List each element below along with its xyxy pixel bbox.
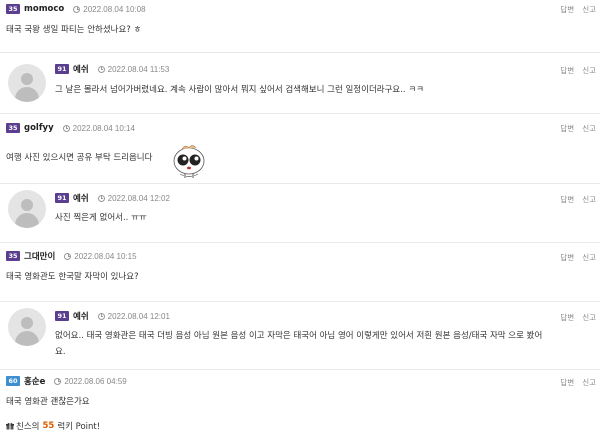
- comment-text-line1: 없어요.. 태국 영화관은 태국 더빙 음성 아님 원본 음성 이고 자막은 태…: [55, 331, 543, 341]
- author-nickname[interactable]: 예쉬: [73, 192, 89, 204]
- level-badge: 35: [6, 123, 20, 133]
- avatar: [8, 190, 46, 228]
- comment-header: 91 예쉬 2022.08.04 12:02: [55, 192, 170, 204]
- lucky-point-line: 친스의 55 럭키 Point!: [6, 420, 100, 432]
- comment-text: 그 날은 몰라서 넘어가버렸네요. 계속 사람이 많아서 뭐지 싶어서 검색해보…: [55, 85, 424, 95]
- comment-date: 2022.08.06 04:59: [64, 376, 127, 386]
- author-nickname[interactable]: momoco: [24, 4, 64, 14]
- author-nickname[interactable]: 그대만이: [24, 250, 55, 262]
- comment-actions: 답변 신고: [560, 377, 596, 388]
- comment-text: 태국 영화관 괜찮은가요: [6, 397, 90, 407]
- level-badge: 60: [6, 376, 20, 386]
- reply-item: 91 예쉬 2022.08.04 12:01 답변 신고 없어요.. 태국 영화…: [0, 301, 600, 369]
- comment-text-line2: 요.: [55, 347, 66, 357]
- clock-icon: [62, 124, 70, 132]
- report-button[interactable]: 신고: [582, 65, 596, 76]
- comment-date: 2022.08.04 10:14: [72, 123, 135, 133]
- author-nickname[interactable]: 홍순e: [24, 375, 45, 387]
- reply-button[interactable]: 답변: [560, 312, 574, 323]
- lucky-point-value: 55: [42, 421, 55, 431]
- author-nickname[interactable]: golfyy: [24, 123, 54, 133]
- comment-item: 60 홍순e 2022.08.06 04:59 답변 신고 태국 영화관 괜찮은…: [0, 369, 600, 417]
- comment-header: 91 예쉬 2022.08.04 12:01: [55, 310, 170, 322]
- author-nickname[interactable]: 예쉬: [73, 310, 89, 322]
- comment-date: 2022.08.04 12:01: [107, 311, 170, 321]
- clock-icon: [97, 65, 105, 73]
- comment-text: 여행 사진 있으시면 공유 부탁 드리옵니다: [6, 153, 153, 163]
- comment-date: 2022.08.04 11:53: [107, 64, 170, 74]
- comment-date: 2022.08.04 10:08: [83, 4, 146, 14]
- clock-icon: [97, 194, 105, 202]
- comment-actions: 답변 신고: [560, 4, 596, 15]
- reply-button[interactable]: 답변: [560, 65, 574, 76]
- comment-header: 35 momoco 2022.08.04 10:08: [6, 3, 146, 15]
- comment-text: 태국 국왕 생일 파티는 안하셨나요? ㅎ: [6, 25, 142, 35]
- report-button[interactable]: 신고: [582, 194, 596, 205]
- reply-button[interactable]: 답변: [560, 123, 574, 134]
- report-button[interactable]: 신고: [582, 4, 596, 15]
- comment-item: 35 그대만이 2022.08.04 10:15 답변 신고 태국 영화관도 한…: [0, 242, 600, 300]
- comment-item: 35 golfyy 2022.08.04 10:14 답변 신고 여행 사진 있…: [0, 113, 600, 183]
- comment-text: 태국 영화관도 한국말 자막이 있나요?: [6, 272, 139, 282]
- level-badge: 91: [55, 64, 69, 74]
- comment-header: 35 golfyy 2022.08.04 10:14: [6, 122, 135, 134]
- comment-item: 35 momoco 2022.08.04 10:08 답변 신고 태국 국왕 생…: [0, 0, 600, 52]
- comment-header: 60 홍순e 2022.08.06 04:59: [6, 375, 127, 387]
- comment-text: 사진 찍은게 없어서.. ㅠㅠ: [55, 213, 147, 223]
- clock-icon: [64, 252, 72, 260]
- gift-icon: [6, 422, 14, 430]
- comment-actions: 답변 신고: [560, 65, 596, 76]
- comment-header: 35 그대만이 2022.08.04 10:15: [6, 250, 137, 262]
- comment-date: 2022.08.04 10:15: [74, 251, 137, 261]
- reply-button[interactable]: 답변: [560, 377, 574, 388]
- comment-actions: 답변 신고: [560, 123, 596, 134]
- comment-actions: 답변 신고: [560, 312, 596, 323]
- clock-icon: [73, 5, 81, 13]
- clock-icon: [97, 312, 105, 320]
- comment-actions: 답변 신고: [560, 252, 596, 263]
- comment-header: 91 예쉬 2022.08.04 11:53: [55, 63, 169, 75]
- report-button[interactable]: 신고: [582, 252, 596, 263]
- avatar: [8, 308, 46, 346]
- reply-item: 91 예쉬 2022.08.04 12:02 답변 신고 사진 찍은게 없어서.…: [0, 183, 600, 241]
- level-badge: 35: [6, 4, 20, 14]
- lucky-point-prefix: 친스의: [16, 422, 40, 432]
- emoticon-sticker-icon: [173, 145, 205, 178]
- report-button[interactable]: 신고: [582, 377, 596, 388]
- level-badge: 35: [6, 251, 20, 261]
- avatar: [8, 64, 46, 102]
- author-nickname[interactable]: 예쉬: [73, 63, 89, 75]
- report-button[interactable]: 신고: [582, 312, 596, 323]
- reply-button[interactable]: 답변: [560, 252, 574, 263]
- level-badge: 91: [55, 311, 69, 321]
- reply-item: 91 예쉬 2022.08.04 11:53 답변 신고 그 날은 몰라서 넘어…: [0, 52, 600, 112]
- level-badge: 91: [55, 193, 69, 203]
- reply-button[interactable]: 답변: [560, 4, 574, 15]
- lucky-point-suffix: 럭키 Point!: [57, 422, 101, 432]
- comment-date: 2022.08.04 12:02: [107, 193, 170, 203]
- report-button[interactable]: 신고: [582, 123, 596, 134]
- reply-button[interactable]: 답변: [560, 194, 574, 205]
- comment-actions: 답변 신고: [560, 194, 596, 205]
- clock-icon: [54, 377, 62, 385]
